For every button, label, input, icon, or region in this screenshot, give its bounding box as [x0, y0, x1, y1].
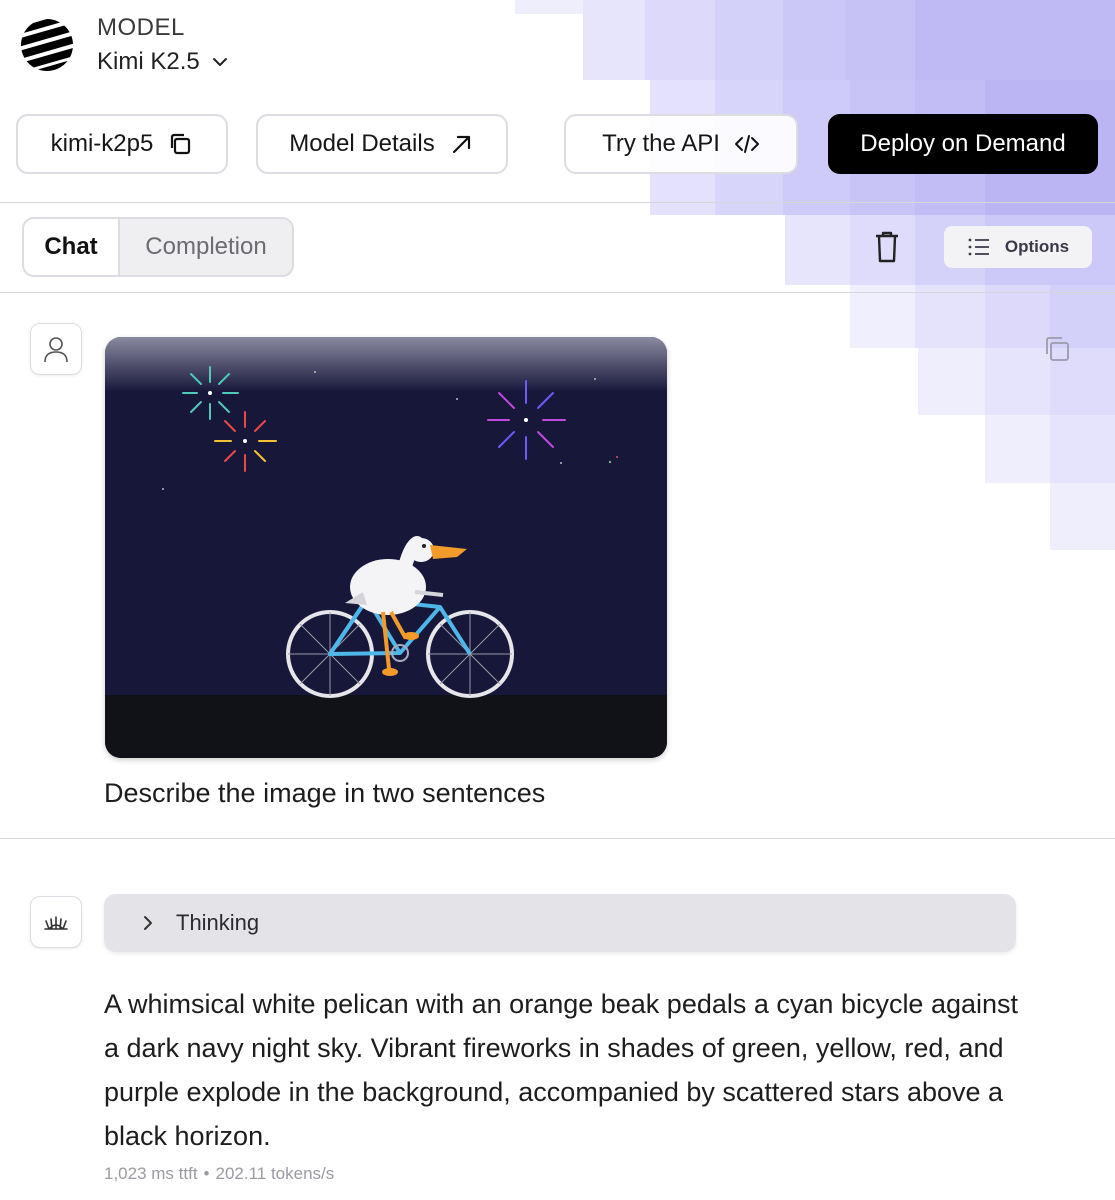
tab-completion[interactable]: Completion — [120, 219, 292, 275]
stats-separator: • — [203, 1164, 210, 1183]
code-icon — [734, 135, 759, 153]
try-api-label: Try the API — [602, 130, 720, 157]
model-id-label: kimi-k2p5 — [50, 130, 154, 157]
model-details-button[interactable]: Model Details — [256, 114, 508, 174]
chevron-down-icon — [212, 58, 227, 66]
copy-message-button[interactable] — [1042, 334, 1072, 364]
stats-speed: 202.11 tokens/s — [215, 1164, 335, 1183]
thinking-toggle[interactable]: Thinking — [104, 894, 1016, 952]
arrow-up-right-icon — [452, 135, 470, 154]
logo-icon — [20, 18, 74, 72]
model-caption: MODEL — [97, 14, 185, 41]
assistant-reply: A whimsical white pelican with an orange… — [104, 989, 1019, 1151]
attached-image — [105, 337, 667, 758]
header-divider — [0, 202, 1115, 203]
response-stats: 1,023 ms ttft • 202.11 tokens/s — [104, 1164, 334, 1184]
user-prompt: Describe the image in two sentences — [104, 778, 546, 808]
user-avatar — [30, 323, 82, 375]
copy-icon — [1046, 337, 1069, 361]
message-divider — [0, 838, 1115, 839]
stats-ttft: 1,023 ms ttft — [104, 1164, 198, 1183]
try-api-button[interactable]: Try the API — [564, 114, 798, 174]
mode-tabs: Chat Completion — [22, 217, 294, 277]
copy-icon — [171, 133, 191, 155]
chevron-right-icon — [144, 916, 152, 930]
deploy-label: Deploy on Demand — [860, 130, 1066, 157]
thinking-label: Thinking — [176, 910, 260, 935]
model-details-label: Model Details — [289, 130, 435, 157]
list-icon — [968, 238, 989, 256]
model-name: Kimi K2.5 — [97, 48, 200, 75]
user-icon — [44, 337, 68, 363]
clear-chat-button[interactable] — [872, 230, 902, 264]
toolbar-divider — [0, 292, 1115, 293]
trash-icon — [876, 231, 898, 263]
bot-icon — [44, 916, 68, 930]
copy-model-id-button[interactable]: kimi-k2p5 — [16, 114, 228, 174]
model-selector[interactable]: Kimi K2.5 — [97, 48, 230, 76]
assistant-avatar — [30, 896, 82, 948]
deploy-on-demand-button[interactable]: Deploy on Demand — [828, 114, 1098, 174]
options-button[interactable]: Options — [944, 226, 1092, 268]
options-label: Options — [1004, 237, 1070, 256]
tab-chat[interactable]: Chat — [24, 219, 120, 275]
